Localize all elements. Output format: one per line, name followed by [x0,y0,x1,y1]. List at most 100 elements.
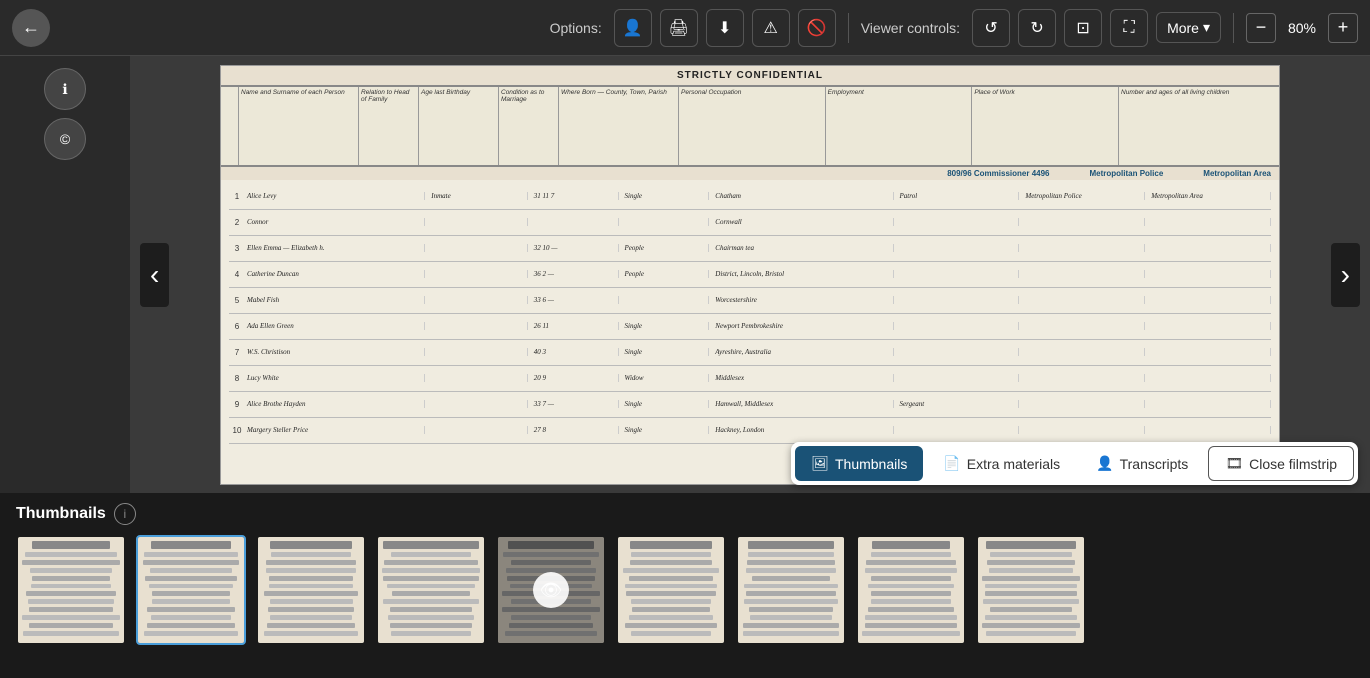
row-occupation [898,322,1020,330]
download-icon: ⬇ [718,18,731,38]
row-birthplace: Cornwall [713,218,893,226]
back-icon: ← [22,17,40,38]
row-occupation [898,296,1020,304]
transcripts-tab[interactable]: 👤 Transcripts [1080,446,1204,481]
row-occupation: Sergeant [898,400,1020,408]
extra-materials-tab[interactable]: 📄 Extra materials [927,446,1076,481]
list-item[interactable] [16,535,126,645]
rotate-left-icon: ↺ [984,18,997,38]
rotate-left-button[interactable]: ↺ [972,9,1010,47]
row-content: Ellen Emma — Elizabeth h. 32 10 — People… [245,244,1271,252]
row-name: Ada Ellen Green [245,322,425,330]
thumbnail-document [138,537,244,643]
row-number: 9 [229,400,245,409]
more-button[interactable]: More ▾ [1156,12,1221,43]
thumbnails-info-button[interactable]: i [114,503,136,525]
info-panel-button[interactable]: ℹ [44,68,86,110]
rotate-right-icon: ↻ [1030,18,1043,38]
row-age: 33 6 — [532,296,619,304]
row-relation [429,244,527,252]
row-employer [1023,296,1145,304]
add-person-icon: 👤 [623,18,643,38]
download-button[interactable]: ⬇ [706,9,744,47]
row-age: 40 3 [532,348,619,356]
fullscreen-button[interactable]: ⛶ [1110,9,1148,47]
alert-button[interactable]: ⚠ [752,9,790,47]
print-icon: 🖨 [669,18,689,38]
list-item[interactable] [136,535,246,645]
options-label: Options: [550,20,602,36]
list-item[interactable] [376,535,486,645]
viewer-area: ℹ © ‹ STRICTLY CONFIDENTIAL Name and Sur… [0,56,1370,493]
document-title: STRICTLY CONFIDENTIAL [225,70,1275,81]
fit-button[interactable]: ⊡ [1064,9,1102,47]
table-row: 8 Lucy White 20 9 Widow Middlesex [229,366,1271,392]
row-age: 36 2 — [532,270,619,278]
row-content: Lucy White 20 9 Widow Middlesex [245,374,1271,382]
row-content: Ada Ellen Green 26 11 Single Newport Pem… [245,322,1271,330]
info-icon: ℹ [62,81,67,98]
chevron-down-icon: ▾ [1203,19,1210,36]
thumbnail-document [738,537,844,643]
list-item[interactable] [856,535,966,645]
row-occupation [898,374,1020,382]
thumbnail-document [18,537,124,643]
row-birthplace: Ayreshire, Australia [713,348,893,356]
eye-icon: 👁 [533,572,569,608]
transcripts-tab-icon: 👤 [1096,455,1113,472]
row-birthplace: Worcestershire [713,296,893,304]
row-content: W.S. Christison 40 3 Single Ayreshire, A… [245,348,1271,356]
flag-button[interactable]: 🚫 [798,9,836,47]
row-age: 33 7 — [532,400,619,408]
row-employer [1023,374,1145,382]
row-number: 3 [229,244,245,253]
row-age: 32 10 — [532,244,619,252]
row-employer [1023,348,1145,356]
viewer-controls-label: Viewer controls: [861,20,960,36]
list-item[interactable] [256,535,366,645]
list-item[interactable] [616,535,726,645]
row-birthplace: Middlesex [713,374,893,382]
zoom-out-button[interactable]: − [1246,13,1276,43]
next-page-button[interactable]: › [1331,243,1360,307]
row-birthplace: Newport Pembrokeshire [713,322,893,330]
row-number: 8 [229,374,245,383]
row-birthplace: Chatham [713,192,893,200]
table-row: 3 Ellen Emma — Elizabeth h. 32 10 — Peop… [229,236,1271,262]
row-occupation [898,244,1020,252]
row-name: Mabel Fish [245,296,425,304]
row-name: Connor [245,218,425,226]
thumbnails-tab[interactable]: 🖼 Thumbnails [795,446,923,481]
back-button[interactable]: ← [12,9,50,47]
row-place [1149,400,1271,408]
list-item[interactable] [976,535,1086,645]
zoom-in-button[interactable]: + [1328,13,1358,43]
close-filmstrip-button[interactable]: 🎞 Close filmstrip [1208,446,1354,481]
add-person-button[interactable]: 👤 [614,9,652,47]
copyright-panel-button[interactable]: © [44,118,86,160]
prev-page-button[interactable]: ‹ [140,243,169,307]
table-row: 9 Alice Brothe Hayden 33 7 — Single Hamw… [229,392,1271,418]
thumbnails-row: 👁 [16,535,1354,645]
transcripts-tab-label: Transcripts [1120,456,1189,472]
row-age: 26 11 [532,322,619,330]
row-marital: Single [623,322,710,330]
row-place [1149,348,1271,356]
row-relation [429,270,527,278]
print-button[interactable]: 🖨 [660,9,698,47]
rotate-right-button[interactable]: ↻ [1018,9,1056,47]
table-row: 6 Ada Ellen Green 26 11 Single Newport P… [229,314,1271,340]
row-employer [1023,400,1145,408]
extra-materials-tab-label: Extra materials [967,456,1060,472]
toolbar-divider-2 [1233,13,1234,43]
row-employer: Metropolitan Police [1023,192,1145,200]
row-marital: People [623,270,710,278]
thumbnail-document [378,537,484,643]
list-item[interactable]: 👁 [496,535,606,645]
row-number: 4 [229,270,245,279]
row-occupation [898,270,1020,278]
row-marital [623,296,710,304]
list-item[interactable] [736,535,846,645]
row-number: 2 [229,218,245,227]
row-relation: Inmate [429,192,527,200]
